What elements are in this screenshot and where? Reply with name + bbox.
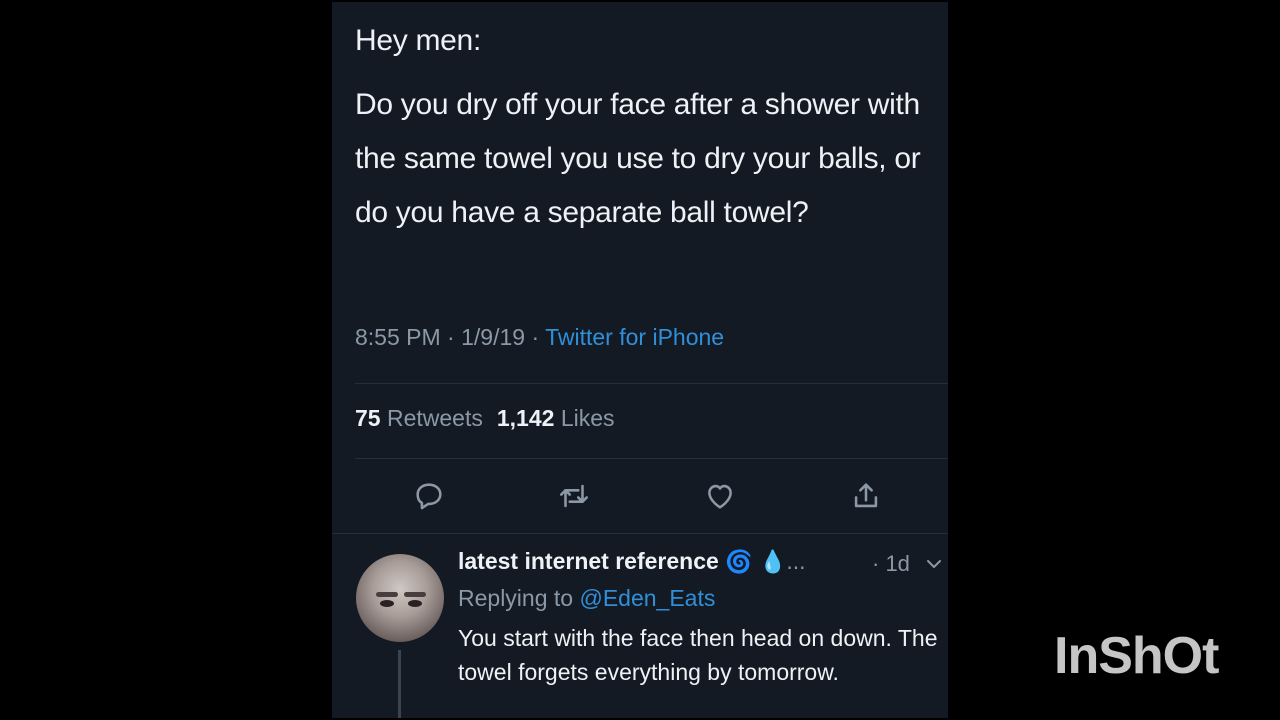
droplet-emoji-icon: 💧 bbox=[758, 549, 787, 574]
tweet-screenshot: Hey men: Do you dry off your face after … bbox=[332, 2, 948, 718]
avatar-detail bbox=[380, 600, 394, 607]
tweet-actions bbox=[332, 474, 948, 518]
reply-author-row: latest internet reference 🌀 💧... bbox=[458, 548, 806, 575]
swirl-emoji-icon: 🌀 bbox=[725, 549, 753, 574]
replying-to-handle[interactable]: @Eden_Eats bbox=[579, 585, 715, 611]
avatar-detail bbox=[408, 600, 422, 607]
likes-stat[interactable]: 1,142 Likes bbox=[497, 405, 615, 431]
tweet-body: Do you dry off your face after a shower … bbox=[355, 88, 921, 229]
avatar-detail bbox=[404, 592, 426, 597]
retweet-icon bbox=[559, 484, 589, 508]
divider bbox=[355, 383, 948, 384]
reply-button[interactable] bbox=[407, 474, 451, 518]
tweet-stats: 75 Retweets 1,142 Likes bbox=[355, 405, 615, 432]
inshot-watermark: InShOt bbox=[1054, 627, 1219, 685]
retweets-label: Retweets bbox=[386, 405, 483, 431]
tweet-time: 8:55 PM bbox=[355, 324, 441, 350]
avatar-detail bbox=[376, 592, 398, 597]
like-button[interactable] bbox=[698, 474, 742, 518]
retweets-stat[interactable]: 75 Retweets bbox=[355, 405, 483, 431]
tweet-source-link[interactable]: Twitter for iPhone bbox=[545, 324, 724, 350]
replying-to-label: Replying to bbox=[458, 585, 574, 611]
thread-line bbox=[398, 650, 401, 718]
retweet-button[interactable] bbox=[552, 474, 596, 518]
likes-label: Likes bbox=[560, 405, 615, 431]
like-icon bbox=[708, 484, 732, 509]
reply-timestamp: · 1d bbox=[872, 551, 910, 576]
avatar[interactable] bbox=[356, 554, 444, 642]
tweet-meta: 8:55 PM · 1/9/19 · Twitter for iPhone bbox=[355, 324, 724, 351]
meta-separator: · bbox=[447, 324, 455, 350]
reply-author-name[interactable]: latest internet reference bbox=[458, 548, 719, 574]
reply-icon bbox=[416, 483, 442, 510]
name-ellipsis: ... bbox=[786, 548, 806, 574]
retweets-count: 75 bbox=[355, 405, 381, 431]
divider bbox=[355, 458, 948, 459]
tweet-heading: Hey men: bbox=[355, 24, 481, 57]
reply-text: You start with the face then head on dow… bbox=[458, 625, 938, 685]
share-icon bbox=[854, 483, 878, 508]
meta-separator: · bbox=[531, 324, 540, 350]
likes-count: 1,142 bbox=[496, 405, 555, 431]
tweet-date: 1/9/19 bbox=[461, 324, 526, 350]
replying-to: Replying to @Eden_Eats bbox=[458, 585, 715, 612]
divider bbox=[332, 533, 948, 534]
share-button[interactable] bbox=[844, 474, 888, 518]
video-frame: Hey men: Do you dry off your face after … bbox=[0, 0, 1280, 720]
chevron-down-icon[interactable] bbox=[924, 556, 944, 572]
